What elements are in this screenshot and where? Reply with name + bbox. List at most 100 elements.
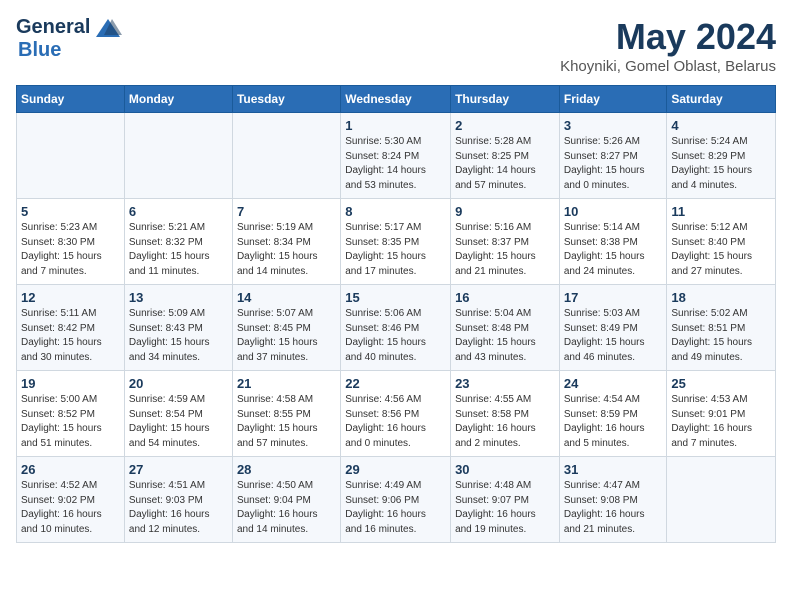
day-info: Sunrise: 5:30 AM Sunset: 8:24 PM Dayligh…	[345, 135, 446, 193]
calendar-cell: 21 Sunrise: 4:58 AM Sunset: 8:55 PM Dayli…	[232, 371, 340, 457]
calendar-week-row: 1 Sunrise: 5:30 AM Sunset: 8:24 PM Daylig…	[17, 113, 776, 199]
day-number: 19	[21, 376, 120, 391]
day-number: 30	[455, 462, 555, 477]
calendar-cell	[17, 113, 125, 199]
calendar-cell: 11Sunrise: 5:12 AM Sunset: 8:40 PM Dayli…	[667, 199, 776, 285]
weekday-header-thursday: Thursday	[451, 86, 560, 113]
day-info: Sunrise: 5:24 AM Sunset: 8:29 PM Dayligh…	[671, 135, 771, 193]
logo-blue-text: Blue	[18, 39, 61, 62]
day-info: Sunrise: 5:17 AM Sunset: 8:35 PM Dayligh…	[345, 221, 446, 279]
weekday-header-saturday: Saturday	[667, 86, 776, 113]
day-number: 10	[564, 204, 663, 219]
title-section: May 2024 Khoyniki, Gomel Oblast, Belarus	[560, 16, 776, 75]
calendar-cell: 13 Sunrise: 5:09 AM Sunset: 8:43 PM Dayli…	[124, 285, 232, 371]
day-info: Sunrise: 5:03 AM Sunset: 8:49 PM Dayligh…	[564, 307, 663, 365]
day-number: 25	[671, 376, 771, 391]
calendar-cell: 22 Sunrise: 4:56 AM Sunset: 8:56 PM Dayli…	[341, 371, 451, 457]
day-info: Sunrise: 5:28 AM Sunset: 8:25 PM Dayligh…	[455, 135, 555, 193]
day-number: 14	[237, 290, 336, 305]
weekday-header-sunday: Sunday	[17, 86, 125, 113]
calendar-cell: 4 Sunrise: 5:24 AM Sunset: 8:29 PM Daylig…	[667, 113, 776, 199]
calendar-week-row: 12 Sunrise: 5:11 AM Sunset: 8:42 PM Dayli…	[17, 285, 776, 371]
calendar-cell: 28Sunrise: 4:50 AM Sunset: 9:04 PM Dayli…	[232, 457, 340, 543]
calendar-cell: 10Sunrise: 5:14 AM Sunset: 8:38 PM Dayli…	[559, 199, 667, 285]
day-info: Sunrise: 4:58 AM Sunset: 8:55 PM Dayligh…	[237, 393, 336, 451]
day-number: 6	[129, 204, 228, 219]
calendar-cell	[124, 113, 232, 199]
calendar-cell: 30 Sunrise: 4:48 AM Sunset: 9:07 PM Dayli…	[451, 457, 560, 543]
page-header: General Blue May 2024 Khoyniki, Gomel Ob…	[16, 16, 776, 75]
calendar-cell: 9 Sunrise: 5:16 AM Sunset: 8:37 PM Daylig…	[451, 199, 560, 285]
weekday-header-monday: Monday	[124, 86, 232, 113]
day-number: 8	[345, 204, 446, 219]
day-info: Sunrise: 4:49 AM Sunset: 9:06 PM Dayligh…	[345, 479, 446, 537]
day-info: Sunrise: 5:02 AM Sunset: 8:51 PM Dayligh…	[671, 307, 771, 365]
calendar-body: 1 Sunrise: 5:30 AM Sunset: 8:24 PM Daylig…	[17, 113, 776, 543]
day-number: 24	[564, 376, 663, 391]
calendar-cell: 15Sunrise: 5:06 AM Sunset: 8:46 PM Dayli…	[341, 285, 451, 371]
day-number: 4	[671, 118, 771, 133]
day-number: 5	[21, 204, 120, 219]
location-subtitle: Khoyniki, Gomel Oblast, Belarus	[560, 58, 776, 75]
day-info: Sunrise: 4:50 AM Sunset: 9:04 PM Dayligh…	[237, 479, 336, 537]
calendar-cell: 14 Sunrise: 5:07 AM Sunset: 8:45 PM Dayli…	[232, 285, 340, 371]
calendar-cell: 27Sunrise: 4:51 AM Sunset: 9:03 PM Dayli…	[124, 457, 232, 543]
day-info: Sunrise: 4:56 AM Sunset: 8:56 PM Dayligh…	[345, 393, 446, 451]
day-info: Sunrise: 5:23 AM Sunset: 8:30 PM Dayligh…	[21, 221, 120, 279]
day-number: 31	[564, 462, 663, 477]
logo-icon	[94, 17, 122, 39]
month-year-title: May 2024	[560, 16, 776, 58]
day-info: Sunrise: 4:48 AM Sunset: 9:07 PM Dayligh…	[455, 479, 555, 537]
day-number: 16	[455, 290, 555, 305]
day-info: Sunrise: 5:21 AM Sunset: 8:32 PM Dayligh…	[129, 221, 228, 279]
day-number: 23	[455, 376, 555, 391]
calendar-cell: 19 Sunrise: 5:00 AM Sunset: 8:52 PM Dayli…	[17, 371, 125, 457]
calendar-cell: 12 Sunrise: 5:11 AM Sunset: 8:42 PM Dayli…	[17, 285, 125, 371]
calendar-cell	[667, 457, 776, 543]
day-number: 9	[455, 204, 555, 219]
weekday-header-tuesday: Tuesday	[232, 86, 340, 113]
calendar-cell: 3 Sunrise: 5:26 AM Sunset: 8:27 PM Daylig…	[559, 113, 667, 199]
day-info: Sunrise: 5:04 AM Sunset: 8:48 PM Dayligh…	[455, 307, 555, 365]
calendar-cell: 5 Sunrise: 5:23 AM Sunset: 8:30 PM Daylig…	[17, 199, 125, 285]
calendar-week-row: 5 Sunrise: 5:23 AM Sunset: 8:30 PM Daylig…	[17, 199, 776, 285]
weekday-header-row: SundayMondayTuesdayWednesdayThursdayFrid…	[17, 86, 776, 113]
day-info: Sunrise: 5:00 AM Sunset: 8:52 PM Dayligh…	[21, 393, 120, 451]
day-number: 29	[345, 462, 446, 477]
day-info: Sunrise: 4:53 AM Sunset: 9:01 PM Dayligh…	[671, 393, 771, 451]
day-number: 22	[345, 376, 446, 391]
weekday-header-wednesday: Wednesday	[341, 86, 451, 113]
day-number: 27	[129, 462, 228, 477]
calendar-cell	[232, 113, 340, 199]
day-number: 12	[21, 290, 120, 305]
weekday-header-friday: Friday	[559, 86, 667, 113]
day-info: Sunrise: 5:07 AM Sunset: 8:45 PM Dayligh…	[237, 307, 336, 365]
day-number: 1	[345, 118, 446, 133]
day-number: 21	[237, 376, 336, 391]
calendar-week-row: 26Sunrise: 4:52 AM Sunset: 9:02 PM Dayli…	[17, 457, 776, 543]
calendar-cell: 16 Sunrise: 5:04 AM Sunset: 8:48 PM Dayli…	[451, 285, 560, 371]
calendar-cell: 2 Sunrise: 5:28 AM Sunset: 8:25 PM Daylig…	[451, 113, 560, 199]
calendar-cell: 6 Sunrise: 5:21 AM Sunset: 8:32 PM Daylig…	[124, 199, 232, 285]
day-number: 2	[455, 118, 555, 133]
day-number: 17	[564, 290, 663, 305]
day-info: Sunrise: 4:55 AM Sunset: 8:58 PM Dayligh…	[455, 393, 555, 451]
calendar-cell: 31Sunrise: 4:47 AM Sunset: 9:08 PM Dayli…	[559, 457, 667, 543]
day-number: 15	[345, 290, 446, 305]
day-info: Sunrise: 5:26 AM Sunset: 8:27 PM Dayligh…	[564, 135, 663, 193]
day-number: 20	[129, 376, 228, 391]
day-number: 13	[129, 290, 228, 305]
logo: General Blue	[16, 16, 122, 62]
day-number: 26	[21, 462, 120, 477]
day-info: Sunrise: 4:59 AM Sunset: 8:54 PM Dayligh…	[129, 393, 228, 451]
day-number: 18	[671, 290, 771, 305]
day-info: Sunrise: 5:11 AM Sunset: 8:42 PM Dayligh…	[21, 307, 120, 365]
day-info: Sunrise: 5:12 AM Sunset: 8:40 PM Dayligh…	[671, 221, 771, 279]
day-info: Sunrise: 5:16 AM Sunset: 8:37 PM Dayligh…	[455, 221, 555, 279]
logo-general-text: General	[16, 16, 90, 39]
calendar-cell: 1 Sunrise: 5:30 AM Sunset: 8:24 PM Daylig…	[341, 113, 451, 199]
day-info: Sunrise: 5:09 AM Sunset: 8:43 PM Dayligh…	[129, 307, 228, 365]
calendar-week-row: 19 Sunrise: 5:00 AM Sunset: 8:52 PM Dayli…	[17, 371, 776, 457]
day-number: 3	[564, 118, 663, 133]
calendar-cell: 24Sunrise: 4:54 AM Sunset: 8:59 PM Dayli…	[559, 371, 667, 457]
